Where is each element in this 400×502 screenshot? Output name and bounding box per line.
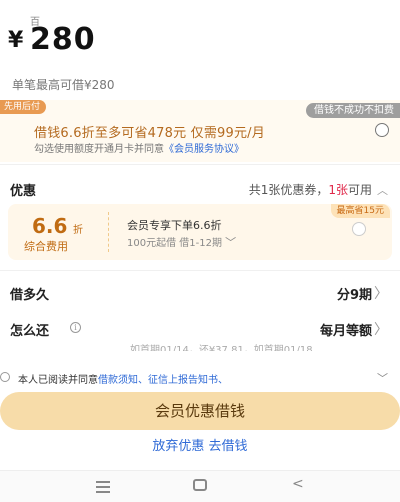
divider bbox=[0, 164, 400, 165]
coupon-sub-label: 综合费用 bbox=[24, 240, 68, 253]
promo-radio[interactable] bbox=[375, 123, 389, 137]
skip-discount-borrow-link[interactable]: 放弃优惠 去借钱 bbox=[0, 435, 400, 454]
no-fee-badge: 借钱不成功不扣费 bbox=[306, 103, 400, 118]
max-amount-text: 单笔最高可借¥280 bbox=[12, 78, 115, 92]
membership-agreement-link[interactable]: 《会员服务协议》 bbox=[164, 144, 244, 155]
agreement-text: 本人已阅读并同意借款须知、征信上报告知书、 bbox=[18, 371, 228, 386]
chevron-down-icon: ﹀ bbox=[225, 236, 237, 249]
coupon-title: 会员专享下单6.6折 bbox=[127, 219, 222, 232]
chevron-down-icon[interactable]: ﹀ bbox=[377, 370, 388, 386]
coupon-separator bbox=[108, 212, 109, 252]
agreement-checkbox[interactable] bbox=[0, 372, 10, 382]
agreement-links[interactable]: 借款须知、征信上报告知书、 bbox=[98, 375, 228, 386]
chevron-up-icon[interactable]: ︿ bbox=[377, 182, 388, 198]
max-saving-tag: 最高省15元 bbox=[330, 204, 390, 218]
coupon-discount-value: 6.6 bbox=[32, 214, 68, 238]
chevron-right-icon[interactable]: 〉 bbox=[374, 283, 388, 303]
coupon-count-suffix: 可用 bbox=[347, 183, 372, 197]
coupon-count[interactable]: 共1张优惠券，1张可用 bbox=[249, 181, 372, 198]
coupon-condition[interactable]: 100元起借 借1-12期 ﹀ bbox=[127, 234, 236, 250]
member-borrow-button[interactable]: 会员优惠借钱 bbox=[0, 392, 400, 430]
promo-consent: 勾选使用额度开通月卡并同意《会员服务协议》 bbox=[34, 140, 244, 155]
back-icon[interactable]: < bbox=[292, 476, 304, 492]
coupon-count-prefix: 共1张优惠券， bbox=[248, 183, 329, 197]
coupon-count-highlight: 1张 bbox=[328, 183, 348, 197]
term-label: 借多久 bbox=[10, 288, 50, 303]
loan-amount[interactable]: 280 bbox=[30, 22, 96, 57]
home-icon[interactable] bbox=[193, 479, 207, 491]
repay-value[interactable]: 每月等额 bbox=[320, 320, 372, 339]
coupon-discount-unit: 折 bbox=[73, 225, 83, 236]
agreement-prefix: 本人已阅读并同意 bbox=[18, 375, 98, 386]
promo-consent-text: 勾选使用额度开通月卡并同意 bbox=[34, 144, 164, 155]
pay-later-badge: 先用后付 bbox=[0, 100, 47, 114]
coupon-radio[interactable] bbox=[352, 222, 366, 236]
promo-title: 借钱6.6折至多可省478元 仅需99元/月 bbox=[34, 126, 265, 141]
repay-label: 怎么还 bbox=[10, 324, 50, 339]
currency-symbol: ¥ bbox=[8, 28, 24, 53]
discount-label: 优惠 bbox=[10, 184, 37, 199]
coupon-condition-text: 100元起借 借1-12期 bbox=[127, 238, 222, 249]
menu-icon[interactable] bbox=[96, 481, 110, 496]
info-icon[interactable]: i bbox=[70, 322, 81, 333]
chevron-right-icon[interactable]: 〉 bbox=[374, 319, 388, 339]
term-value[interactable]: 分9期 bbox=[337, 284, 372, 303]
repay-plan-preview: 如首期01/14，还¥37.81，如首期01/18 bbox=[130, 345, 313, 351]
divider bbox=[0, 270, 400, 271]
